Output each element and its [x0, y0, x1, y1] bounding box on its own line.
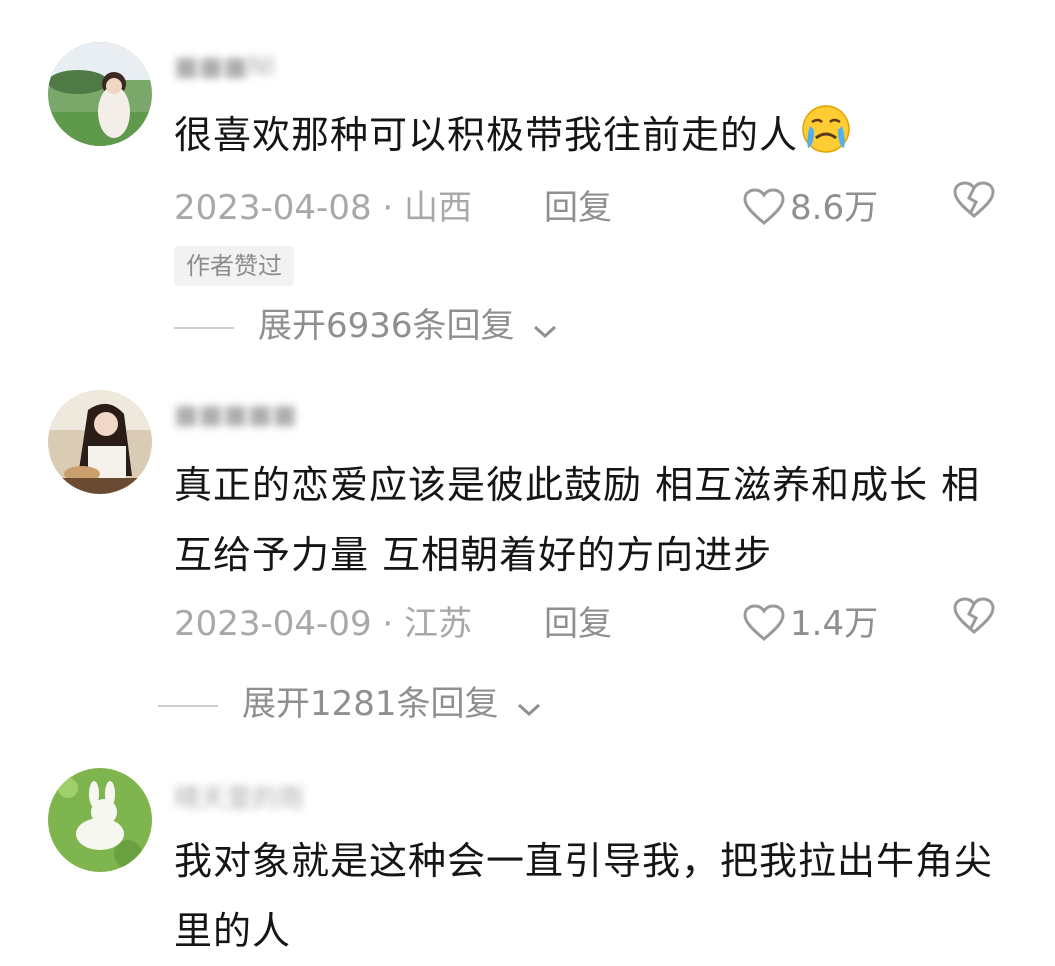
avatar[interactable]	[48, 42, 152, 146]
comment-meta: 2023-04-08 · 山西 回复 8.6万	[174, 180, 1014, 230]
reply-button[interactable]: 回复	[544, 596, 612, 645]
heart-outline-icon	[743, 188, 785, 225]
comment-text: 真正的恋爱应该是彼此鼓励 相互滋养和成长 相互给予力量 互相朝着好的方向进步	[174, 463, 981, 577]
crying-face-emoji-icon	[800, 104, 852, 176]
expand-replies-label: 展开1281条回复	[242, 684, 499, 724]
author-liked-badge: 作者赞过	[174, 246, 294, 286]
like-count: 8.6万	[790, 188, 879, 228]
broken-heart-icon[interactable]	[951, 594, 997, 647]
broken-heart-icon[interactable]	[951, 178, 997, 231]
divider-line	[158, 704, 218, 707]
comment-meta: 2023-04-09 · 江苏 回复 1.4万	[174, 596, 1014, 646]
like-button[interactable]: 8.6万	[742, 180, 878, 229]
comment-text: 我对象就是这种会一直引导我，把我拉出牛角尖里的人	[174, 839, 994, 953]
chevron-down-icon	[518, 703, 541, 717]
divider-line	[174, 326, 234, 329]
expand-replies-button[interactable]: 展开1281条回复	[158, 676, 543, 726]
date-region: 2023-04-09 · 江苏	[174, 604, 473, 644]
expand-replies-label: 展开6936条回复	[258, 306, 515, 346]
comment-text: 很喜欢那种可以积极带我往前走的人	[174, 100, 1014, 176]
avatar[interactable]	[48, 390, 152, 494]
date-region: 2023-04-08 · 山西	[174, 188, 473, 228]
username[interactable]: 晴天里的雨	[174, 778, 304, 814]
like-button[interactable]: 1.4万	[742, 596, 878, 645]
heart-outline-icon	[743, 604, 785, 641]
username[interactable]: ■■■■■	[174, 400, 297, 434]
avatar[interactable]	[48, 768, 152, 872]
reply-button[interactable]: 回复	[544, 180, 612, 229]
chevron-down-icon	[534, 325, 557, 339]
like-count: 1.4万	[790, 604, 879, 644]
expand-replies-button[interactable]: 展开6936条回复	[174, 298, 559, 348]
username[interactable]: ■■■NI	[174, 52, 275, 86]
comment-text-body: 很喜欢那种可以积极带我往前走的人	[174, 113, 799, 157]
